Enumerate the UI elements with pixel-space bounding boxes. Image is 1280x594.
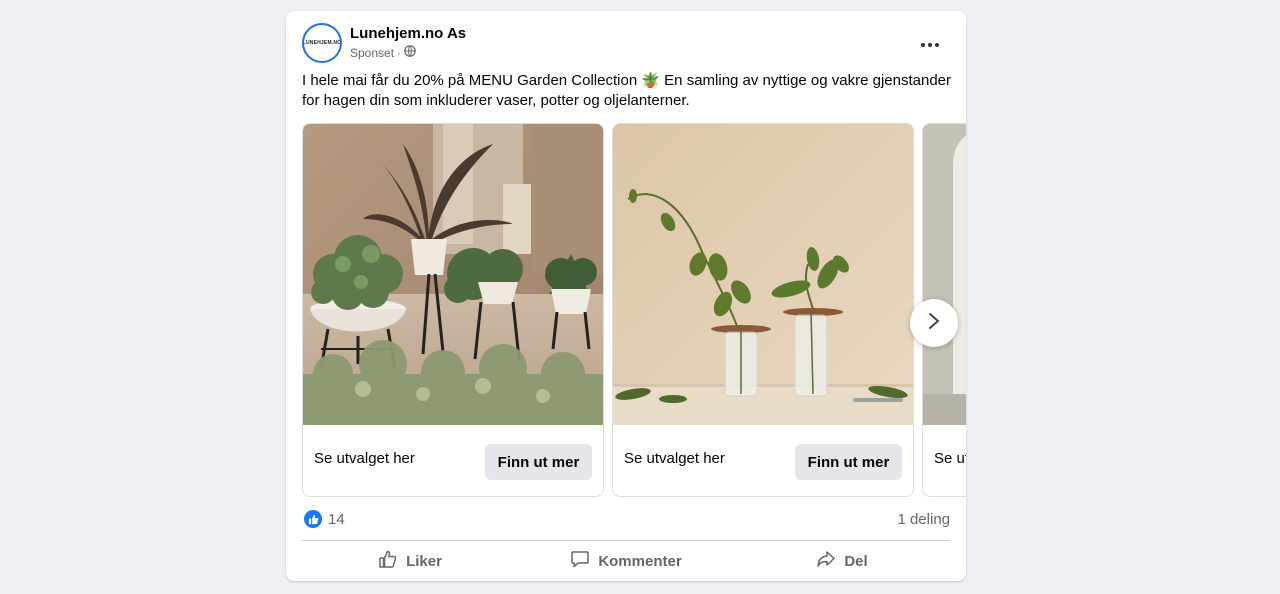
globe-icon (404, 45, 416, 60)
card-footer: Se utvalget her Finn ut mer (613, 425, 913, 496)
card-image-vases[interactable] (613, 124, 913, 425)
page-name[interactable]: Lunehjem.no As (350, 25, 466, 42)
caption-line-2: for hagen din som inkluderer vaser, pott… (302, 92, 690, 109)
card-image-arch[interactable] (923, 124, 966, 425)
post-meta: Sponset · (350, 45, 416, 60)
card-cta-text: Se ut (934, 450, 966, 467)
actions-divider (302, 540, 950, 541)
card-footer: Se ut (923, 425, 966, 496)
more-dots-icon (921, 34, 939, 52)
card-cta-text: Se utvalget her (314, 450, 415, 467)
like-label: Liker (406, 552, 442, 570)
comment-label: Kommenter (598, 552, 682, 570)
card-image-planters[interactable] (303, 124, 603, 425)
post-caption: I hele mai får du 20% på MENU Garden Col… (302, 71, 952, 111)
like-count[interactable]: 14 (328, 511, 345, 528)
more-options-button[interactable] (916, 29, 944, 57)
share-arrow-icon (816, 549, 836, 573)
carousel-card[interactable]: Se utvalget her Finn ut mer (612, 123, 914, 497)
like-button[interactable]: Liker (302, 543, 518, 579)
share-label: Del (844, 552, 868, 570)
card-footer: Se utvalget her Finn ut mer (303, 425, 603, 496)
sponsored-label[interactable]: Sponset (350, 46, 394, 60)
learn-more-button[interactable]: Finn ut mer (485, 444, 592, 480)
caption-line-1: I hele mai får du 20% på MENU Garden Col… (302, 72, 952, 89)
carousel-card[interactable]: Se utvalget her Finn ut mer (302, 123, 604, 497)
avatar-logo-text: LUNEHJEM.NO (302, 40, 342, 46)
page-avatar[interactable]: LUNEHJEM.NO (302, 23, 342, 63)
share-count[interactable]: 1 deling (897, 511, 950, 528)
post-header: LUNEHJEM.NO Lunehjem.no As Sponset · (302, 23, 950, 63)
learn-more-button[interactable]: Finn ut mer (795, 444, 902, 480)
card-cta-text: Se utvalget her (624, 450, 725, 467)
reaction-stats: 14 1 deling (302, 507, 950, 531)
comment-icon (570, 549, 590, 573)
thumbs-up-icon (378, 549, 398, 573)
comment-button[interactable]: Kommenter (518, 543, 734, 579)
post-actions: Liker Kommenter Del (302, 543, 950, 579)
like-reaction-icon[interactable] (304, 510, 322, 528)
share-button[interactable]: Del (734, 543, 950, 579)
meta-separator: · (397, 45, 402, 60)
chevron-right-icon (928, 312, 940, 335)
carousel-next-button[interactable] (910, 299, 958, 347)
sponsored-post: LUNEHJEM.NO Lunehjem.no As Sponset · I h… (286, 11, 966, 581)
ad-carousel: Se utvalget her Finn ut mer Se utvalget … (302, 123, 966, 497)
